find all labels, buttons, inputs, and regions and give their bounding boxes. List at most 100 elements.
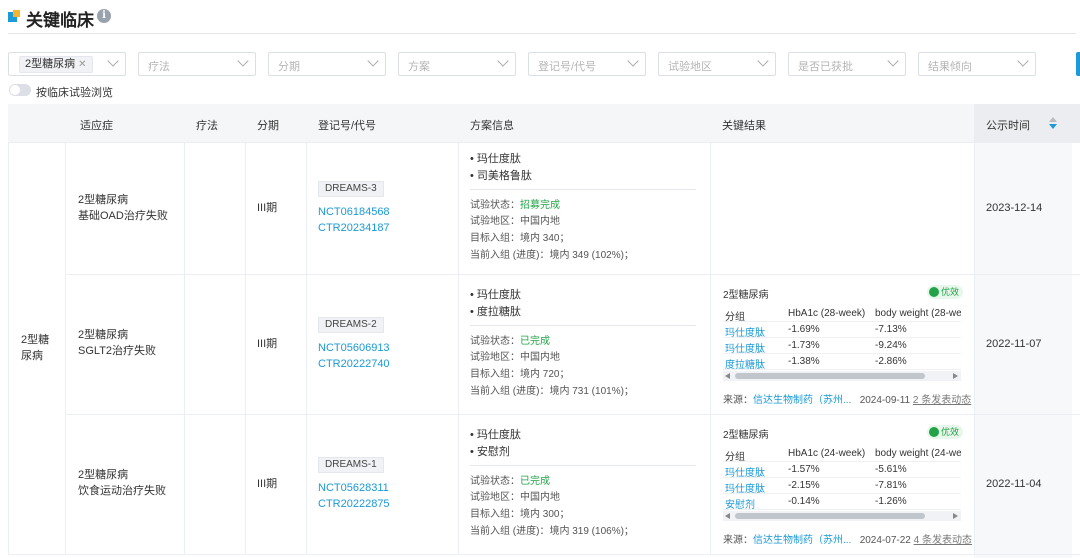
col-divider <box>306 142 307 554</box>
trial-status: 试验状态：已完成 <box>470 474 550 490</box>
result-col-header: body weight (28-wee <box>875 308 961 319</box>
result-title: 2型糖尿病 <box>723 430 769 441</box>
status-label: 试验状态： <box>470 336 520 347</box>
scroll-left-icon[interactable] <box>725 513 730 519</box>
info-icon[interactable]: i <box>97 9 111 23</box>
drug-item: • 安慰剂 <box>470 446 510 458</box>
divider <box>470 189 696 190</box>
result-value: -9.24% <box>875 340 907 351</box>
filter-result-trend[interactable]: 结果倾向 <box>918 52 1036 76</box>
divider <box>470 465 696 466</box>
chevron-down-icon <box>237 55 249 67</box>
result-source: 来源：信达生物制药（苏州... 2024-09-11 2 条发表动态 <box>723 391 971 406</box>
result-row: 玛仕度肽 -1.73% -9.24% <box>723 338 961 355</box>
indication-detail: 饮食运动治疗失败 <box>78 485 166 497</box>
trial-status: 试验状态：已完成 <box>470 334 550 350</box>
filter-placeholder: 疗法 <box>148 61 170 73</box>
ctr-link[interactable]: CTR20234187 <box>318 220 390 236</box>
scroll-right-icon[interactable] <box>953 513 958 519</box>
indication-name: 2型糖尿病 <box>78 469 129 481</box>
source-link[interactable]: 信达生物制药（苏州... <box>753 535 851 546</box>
publish-date: 2023-12-14 <box>986 202 1043 214</box>
filter-approved[interactable]: 是否已获批 <box>788 52 906 76</box>
result-value: -1.73% <box>788 340 820 351</box>
source-link[interactable]: 信达生物制药（苏州... <box>753 395 851 406</box>
result-scrollbar[interactable] <box>723 371 961 381</box>
result-scrollbar[interactable] <box>723 511 961 521</box>
col-divider <box>710 142 711 554</box>
nct-link[interactable]: NCT06184568 <box>318 204 390 220</box>
filter-placeholder: 是否已获批 <box>798 61 853 73</box>
chevron-down-icon <box>1017 55 1029 67</box>
nct-link[interactable]: NCT05628311 <box>318 480 389 496</box>
filter-region[interactable]: 试验地区 <box>658 52 776 76</box>
column-header-key-results: 关键结果 <box>722 120 766 132</box>
result-group-link[interactable]: 玛仕度肽 <box>725 324 765 339</box>
result-group-link[interactable]: 玛仕度肽 <box>725 480 765 495</box>
filter-regimen[interactable]: 方案 <box>398 52 516 76</box>
result-value: -1.69% <box>788 324 820 335</box>
result-value: -2.86% <box>875 356 907 367</box>
source-label: 来源： <box>723 395 753 406</box>
result-col-header: 分组 <box>725 452 745 463</box>
column-header-phase: 分期 <box>257 120 279 132</box>
publication-updates-link[interactable]: 2 条发表动态 <box>913 395 971 406</box>
row-divider <box>65 274 1080 275</box>
indication-detail: SGLT2治疗失败 <box>78 345 157 357</box>
filter-placeholder: 登记号/代号 <box>538 61 597 73</box>
trial-status: 试验状态：招募完成 <box>470 198 560 214</box>
chevron-down-icon <box>627 55 639 67</box>
filter-phase[interactable]: 分期 <box>268 52 386 76</box>
result-value: -7.81% <box>875 480 907 491</box>
result-source: 来源：信达生物制药（苏州... 2024-07-22 4 条发表动态 <box>723 531 972 546</box>
scroll-thumb[interactable] <box>735 373 925 379</box>
result-value: -1.26% <box>875 496 907 507</box>
chevron-down-icon <box>367 55 379 67</box>
scroll-left-icon[interactable] <box>725 373 730 379</box>
nct-link[interactable]: NCT05606913 <box>318 340 390 356</box>
browse-by-trial-toggle[interactable] <box>9 84 31 96</box>
filter-registration[interactable]: 登记号/代号 <box>528 52 646 76</box>
col-divider <box>245 142 246 554</box>
current-enrollment: 当前入组 (进度)：境内 731 (101%)； <box>470 386 634 397</box>
status-label: 试验状态： <box>470 476 520 487</box>
sort-icon[interactable] <box>1048 117 1058 131</box>
drug-item: • 司美格鲁肽 <box>470 170 532 182</box>
filter-indication[interactable]: 2型糖尿病 ✕ <box>8 52 126 76</box>
side-panel-button[interactable] <box>1076 52 1080 76</box>
toggle-knob <box>10 85 20 95</box>
result-title: 2型糖尿病 <box>723 290 769 301</box>
ctr-link[interactable]: CTR20222875 <box>318 496 390 512</box>
superiority-badge: 优效 <box>927 285 964 299</box>
ctr-link[interactable]: CTR20222740 <box>318 356 390 372</box>
result-col-header: 分组 <box>725 312 745 323</box>
tag-close-icon[interactable]: ✕ <box>78 59 86 70</box>
trial-code-tag: DREAMS-2 <box>318 317 384 333</box>
filter-placeholder: 试验地区 <box>668 61 712 73</box>
drug-item: • 玛仕度肽 <box>470 429 521 441</box>
column-header-publish-date[interactable]: 公示时间 <box>986 117 1030 133</box>
status-value: 已完成 <box>520 476 550 487</box>
result-group-link[interactable]: 玛仕度肽 <box>725 464 765 479</box>
row-divider <box>8 554 1080 555</box>
scroll-right-icon[interactable] <box>953 373 958 379</box>
publication-updates-link[interactable]: 4 条发表动态 <box>914 535 972 546</box>
filter-placeholder: 结果倾向 <box>928 61 972 73</box>
column-header-indication: 适应症 <box>80 120 113 132</box>
result-group-link[interactable]: 度拉糖肽 <box>725 356 765 370</box>
result-group-link[interactable]: 安慰剂 <box>725 496 755 510</box>
result-value: -1.38% <box>788 356 820 367</box>
phase-value: III期 <box>257 338 278 350</box>
result-group-link[interactable]: 玛仕度肽 <box>725 340 765 355</box>
publish-date: 2022-11-07 <box>986 338 1042 350</box>
col-divider <box>458 142 459 554</box>
header-divider <box>8 33 1076 34</box>
indication-detail: 基础OAD治疗失败 <box>78 210 168 222</box>
current-enrollment: 当前入组 (进度)：境内 319 (106%)； <box>470 526 634 537</box>
column-header-therapy: 疗法 <box>196 120 218 132</box>
result-header-row: 分组 HbA1c (28-week) body weight (28-wee <box>723 306 961 323</box>
chevron-down-icon <box>497 55 509 67</box>
scroll-thumb[interactable] <box>735 513 925 519</box>
filter-therapy[interactable]: 疗法 <box>138 52 256 76</box>
current-enrollment: 当前入组 (进度)：境内 349 (102%)； <box>470 250 634 261</box>
